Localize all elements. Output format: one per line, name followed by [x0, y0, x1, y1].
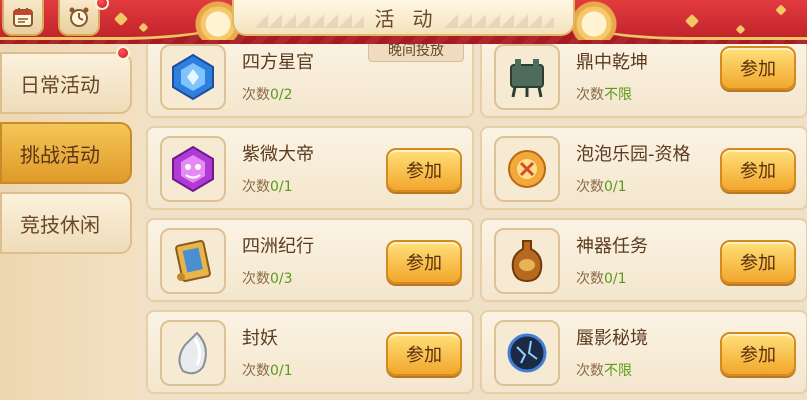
activity-name: 神器任务: [576, 236, 648, 257]
activity-card: 泡泡乐园-资格 次数0/1 参加: [480, 126, 807, 210]
activity-card: 蜃影秘境 次数不限 参加: [480, 310, 807, 394]
join-button[interactable]: 参加: [720, 46, 796, 90]
sidebar-item-challenge[interactable]: 挑战活动: [0, 122, 132, 184]
activity-card: 封妖 次数0/1 参加: [146, 310, 474, 394]
mountain-decoration: [444, 14, 554, 32]
activity-icon-box: [160, 136, 226, 202]
join-button[interactable]: 参加: [720, 148, 796, 192]
activity-count: 次数不限: [576, 363, 632, 379]
activity-icon-box: [160, 228, 226, 294]
activity-icon-box: [494, 44, 560, 110]
flower-ornament: [735, 24, 746, 35]
join-button[interactable]: 参加: [386, 148, 462, 192]
sidebar: 日常活动 挑战活动 竞技休闲: [0, 44, 140, 400]
activity-icon-box: [494, 136, 560, 202]
activity-count: 次数0/1: [576, 271, 627, 287]
activity-name: 封妖: [242, 328, 278, 349]
flower-ornament: [684, 13, 700, 29]
notification-dot: [116, 46, 130, 60]
purple-gem-icon: [172, 145, 214, 193]
join-button[interactable]: 参加: [720, 332, 796, 376]
alarm-clock-icon: [69, 7, 89, 27]
activity-count: 次数不限: [576, 87, 632, 103]
activity-card: 鼎中乾坤 次数不限 参加: [480, 44, 807, 118]
gourd-vase-icon: [511, 240, 543, 283]
activity-name: 鼎中乾坤: [576, 52, 648, 73]
alarm-button[interactable]: [58, 0, 100, 36]
activity-count: 次数0/2: [242, 87, 293, 103]
activity-icon-box: [160, 44, 226, 110]
activity-name: 四方星官: [242, 52, 314, 73]
activity-name: 蜃影秘境: [576, 328, 648, 349]
evening-tag: 晚间投放: [368, 44, 464, 62]
activity-count: 次数0/1: [576, 179, 627, 195]
join-button[interactable]: 参加: [720, 240, 796, 284]
scroll-book-icon: [175, 240, 211, 282]
activity-icon-box: [494, 228, 560, 294]
page-title: 活动: [374, 6, 451, 31]
sidebar-item-label: 竞技休闲: [20, 212, 100, 237]
blue-gem-icon: [172, 53, 214, 101]
sidebar-item-daily[interactable]: 日常活动: [0, 52, 132, 114]
activity-count: 次数0/3: [242, 271, 293, 287]
activity-card: 四洲纪行 次数0/3 参加: [146, 218, 474, 302]
calendar-icon: [13, 8, 33, 27]
title-plate: 活动: [232, 0, 575, 36]
bronze-cauldron-icon: [510, 59, 544, 98]
flower-ornament: [775, 4, 787, 16]
activity-list[interactable]: 四方星官 次数0/2 晚间投放 紫微大帝 次数0/1 参加 四洲纪行 次数0/3…: [140, 44, 807, 400]
join-button[interactable]: 参加: [386, 240, 462, 284]
sidebar-item-arena[interactable]: 竞技休闲: [0, 192, 132, 254]
mountain-decoration: [254, 14, 364, 32]
activity-name: 紫微大帝: [242, 144, 314, 165]
activity-card: 神器任务 次数0/1 参加: [480, 218, 807, 302]
activity-name: 泡泡乐园-资格: [576, 144, 691, 165]
flower-ornament: [138, 22, 149, 33]
sidebar-item-label: 挑战活动: [20, 142, 100, 167]
activity-card: 四方星官 次数0/2 晚间投放: [146, 44, 474, 118]
white-crystal-icon: [178, 331, 207, 375]
activity-name: 四洲纪行: [242, 236, 314, 257]
activity-icon-box: [160, 320, 226, 386]
dark-orb-icon: [507, 333, 547, 373]
activity-count: 次数0/1: [242, 179, 293, 195]
activity-icon-box: [494, 320, 560, 386]
sidebar-item-label: 日常活动: [20, 72, 100, 97]
join-button[interactable]: 参加: [386, 332, 462, 376]
activity-card: 紫微大帝 次数0/1 参加: [146, 126, 474, 210]
top-banner: 活动: [0, 0, 807, 44]
calendar-button[interactable]: [2, 0, 44, 36]
golden-emblem-icon: [508, 150, 546, 188]
flower-ornament: [113, 11, 129, 27]
activity-count: 次数0/1: [242, 363, 293, 379]
